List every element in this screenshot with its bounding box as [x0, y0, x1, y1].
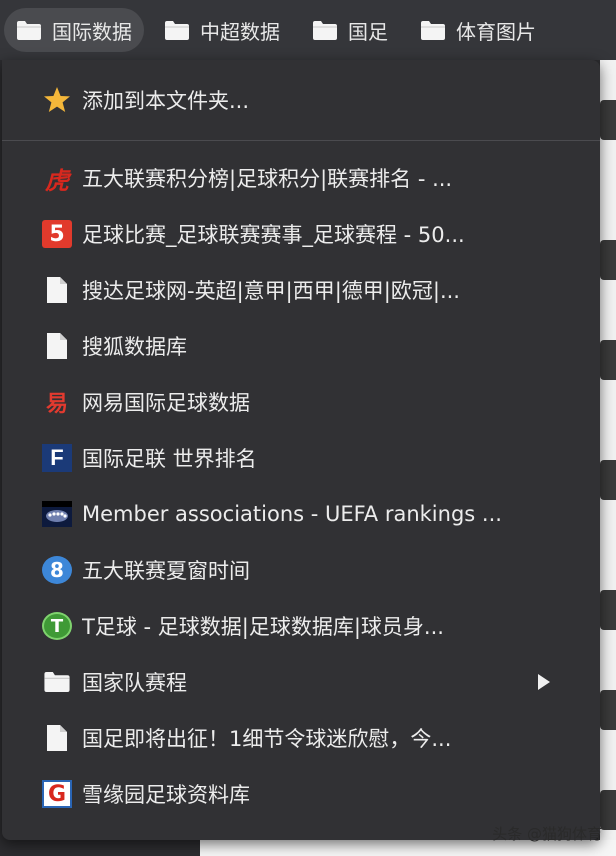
- bookmark-label: 雪缘园足球资料库: [82, 783, 250, 807]
- add-to-folder-label: 添加到本文件夹...: [82, 89, 250, 113]
- page-glyph: [600, 590, 616, 630]
- bookmarks-bar: 国际数据 中超数据 国足 体育图片: [0, 0, 616, 60]
- bookmark-label: 国家队赛程: [82, 671, 187, 695]
- folder-icon: [17, 20, 41, 40]
- page-glyph: [600, 460, 616, 500]
- bookmark-item[interactable]: T T足球 - 足球数据|足球数据库|球员身...: [2, 598, 600, 654]
- bookmark-folder-label: 国足: [348, 19, 388, 44]
- hupu-tiger-icon: 虎: [45, 165, 69, 194]
- uefa-icon: [42, 499, 72, 529]
- eight-circle-icon: 8: [42, 556, 72, 584]
- bookmark-folder-intl-data[interactable]: 国际数据: [4, 8, 144, 52]
- bookmark-label: 五大联赛积分榜|足球积分|联赛排名 - ...: [82, 167, 453, 191]
- fifa-icon: F: [42, 444, 72, 472]
- page-glyph: [600, 690, 616, 730]
- bookmark-item[interactable]: 易 网易国际足球数据: [2, 374, 600, 430]
- bookmark-folder-label: 中超数据: [200, 19, 280, 44]
- bookmark-label: 搜狐数据库: [82, 335, 187, 359]
- blank-page-icon: [42, 275, 72, 305]
- t-football-icon: T: [42, 612, 72, 640]
- bookmark-item[interactable]: F 国际足联 世界排名: [2, 430, 600, 486]
- page-glyph: [600, 240, 616, 280]
- bookmark-folder-label: 国际数据: [52, 19, 132, 44]
- bookmark-folder-national-team[interactable]: 国足: [300, 8, 400, 52]
- bookmark-item[interactable]: 搜狐数据库: [2, 318, 600, 374]
- bookmark-folder-sports-images[interactable]: 体育图片: [408, 8, 548, 52]
- bookmark-folder-menu: 添加到本文件夹... 虎 五大联赛积分榜|足球积分|联赛排名 - ... 5 足…: [2, 60, 600, 840]
- bookmark-item[interactable]: 虎 五大联赛积分榜|足球积分|联赛排名 - ...: [2, 150, 600, 206]
- bookmark-item[interactable]: 8 五大联赛夏窗时间: [2, 542, 600, 598]
- page-glyph: [600, 340, 616, 380]
- add-to-folder-item[interactable]: 添加到本文件夹...: [2, 60, 600, 140]
- submenu-arrow-icon: [538, 674, 550, 690]
- page-content-edge: [600, 60, 616, 856]
- 500-five-icon: 5: [42, 220, 72, 248]
- folder-icon: [313, 20, 337, 40]
- bookmark-label: 搜达足球网-英超|意甲|西甲|德甲|欧冠|...: [82, 279, 460, 303]
- blank-page-icon: [42, 723, 72, 753]
- g-logo-icon: G: [42, 780, 72, 808]
- bookmark-subfolder-national-schedule[interactable]: 国家队赛程: [2, 654, 600, 710]
- page-glyph: [600, 100, 616, 140]
- bookmark-list: 虎 五大联赛积分榜|足球积分|联赛排名 - ... 5 足球比赛_足球联赛赛事_…: [2, 141, 600, 822]
- bookmark-label: Member associations - UEFA rankings ...: [82, 502, 502, 526]
- bookmark-item[interactable]: 搜达足球网-英超|意甲|西甲|德甲|欧冠|...: [2, 262, 600, 318]
- watermark: 头条 @猫狗体育: [492, 825, 602, 843]
- folder-icon: [165, 20, 189, 40]
- bookmark-item[interactable]: G 雪缘园足球资料库: [2, 766, 600, 822]
- bookmark-label: 国际足联 世界排名: [82, 447, 257, 471]
- star-icon: [44, 87, 70, 112]
- bookmark-label: 国足即将出征！1细节令球迷欣慰，今...: [82, 727, 452, 751]
- bookmark-label: T足球 - 足球数据|足球数据库|球员身...: [82, 615, 444, 639]
- folder-icon: [421, 20, 445, 40]
- bookmark-label: 五大联赛夏窗时间: [82, 559, 250, 583]
- bookmark-item[interactable]: 5 足球比赛_足球联赛赛事_足球赛程 - 50...: [2, 206, 600, 262]
- bookmark-item[interactable]: Member associations - UEFA rankings ...: [2, 486, 600, 542]
- netease-icon: 易: [45, 392, 68, 417]
- page-glyph: [600, 790, 616, 830]
- bookmark-folder-label: 体育图片: [456, 19, 536, 44]
- bookmark-label: 足球比赛_足球联赛赛事_足球赛程 - 50...: [82, 223, 465, 247]
- bookmark-label: 网易国际足球数据: [82, 391, 250, 415]
- folder-icon: [42, 667, 72, 697]
- bookmark-item[interactable]: 国足即将出征！1细节令球迷欣慰，今...: [2, 710, 600, 766]
- bookmark-folder-csl-data[interactable]: 中超数据: [152, 8, 292, 52]
- blank-page-icon: [42, 331, 72, 361]
